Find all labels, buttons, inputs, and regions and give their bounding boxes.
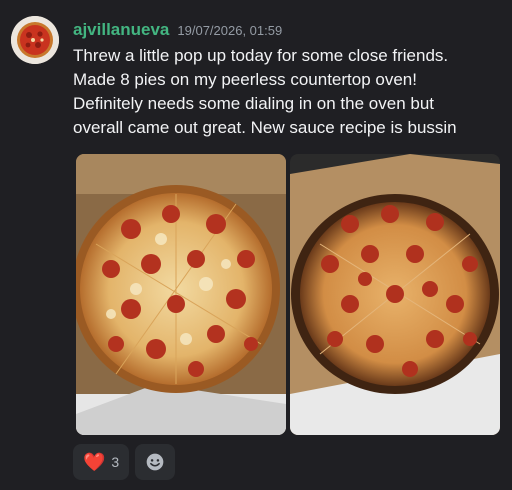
pepperoni-pizza-photo-1: [76, 154, 286, 435]
message-line: Definitely needs some dialing in on the …: [73, 94, 435, 113]
heart-emoji-icon: ❤️: [83, 452, 106, 472]
username[interactable]: ajvillanueva: [73, 20, 169, 40]
add-reaction-button[interactable]: [135, 444, 176, 480]
chat-message: ajvillanueva 19/07/2026, 01:59 Threw a l…: [0, 0, 512, 490]
smiley-add-reaction-icon: [146, 453, 164, 471]
reaction-heart[interactable]: ❤️ 3: [73, 444, 130, 480]
timestamp: 19/07/2026, 01:59: [177, 23, 283, 38]
message-line: Threw a little pop up today for some clo…: [73, 46, 449, 65]
message-content: Threw a little pop up today for some clo…: [73, 44, 509, 140]
user-avatar[interactable]: [11, 16, 59, 64]
message-line: Made 8 pies on my peerless countertop ov…: [73, 70, 417, 89]
reaction-count: 3: [111, 454, 120, 470]
image-attachment-1[interactable]: [76, 154, 286, 435]
image-attachment-2[interactable]: [290, 154, 500, 435]
reactions-bar: ❤️ 3: [73, 444, 176, 480]
pepperoni-pizza-photo-2: [290, 154, 500, 435]
pizza-avatar-icon: [11, 16, 59, 64]
message-header: ajvillanueva 19/07/2026, 01:59: [73, 20, 282, 40]
message-line: overall came out great. New sauce recipe…: [73, 118, 457, 137]
image-attachments: [76, 154, 500, 435]
